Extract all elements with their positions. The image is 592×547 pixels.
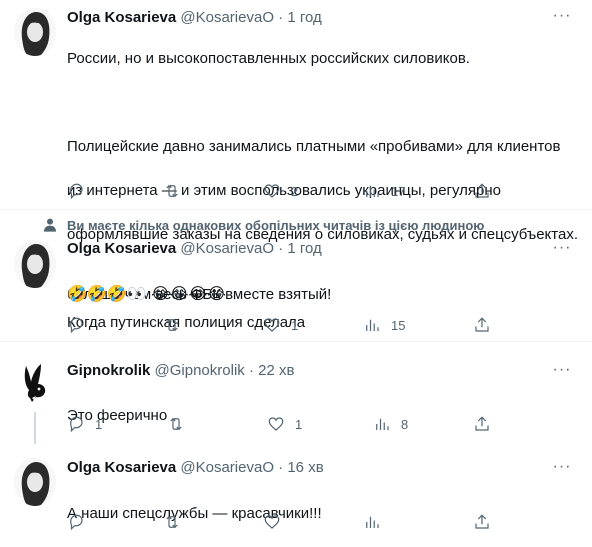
reply-icon [70, 183, 83, 200]
timestamp[interactable]: 16 хв [287, 459, 323, 476]
avatar[interactable] [14, 240, 56, 288]
thread-line [34, 412, 36, 444]
text-line: России, но и высокопоставленных российск… [67, 50, 470, 67]
heart-icon [264, 318, 280, 332]
social-context[interactable]: Ви маєте кілька однакових обопільних чит… [67, 218, 484, 234]
reply-button[interactable] [67, 512, 95, 532]
share-icon [475, 183, 489, 198]
action-bar: 1 15 [67, 315, 497, 335]
views-icon [366, 516, 379, 528]
emoji-line: 🤣🤣🤣👀 😂😂😂😂 [67, 286, 226, 303]
retweet-button[interactable] [167, 414, 195, 434]
views-button[interactable]: 15 [363, 315, 405, 335]
author-name[interactable]: Gipnokrolik [67, 362, 150, 379]
author-handle[interactable]: @KosarievaO [180, 9, 274, 26]
avatar-image [14, 8, 56, 56]
separator-dot: · [278, 459, 284, 476]
reply-count: 1 [95, 416, 103, 432]
tweet-header: Olga Kosarieva @KosarievaO · 1 год [67, 240, 322, 258]
share-button[interactable] [473, 315, 491, 335]
timestamp[interactable]: 1 год [287, 9, 321, 26]
views-count: 15 [391, 317, 406, 333]
action-bar: 2 17 [67, 181, 497, 201]
views-icon [366, 319, 379, 331]
reply-button[interactable]: 1 [67, 414, 102, 434]
views-button[interactable] [363, 512, 391, 532]
bunny-logo-icon [14, 360, 56, 408]
share-button[interactable] [473, 512, 491, 532]
views-button[interactable]: 17 [363, 181, 405, 201]
author-name[interactable]: Olga Kosarieva [67, 240, 176, 257]
views-icon [366, 185, 379, 197]
share-icon [475, 514, 489, 529]
tweet-header: Olga Kosarieva @KosarievaO · 1 год [67, 9, 322, 27]
heart-icon [264, 184, 280, 198]
separator-dot: · [278, 240, 284, 257]
action-bar [67, 512, 497, 532]
timestamp[interactable]: 1 год [287, 240, 321, 257]
author-handle[interactable]: @KosarievaO [180, 459, 274, 476]
retweet-icon [170, 417, 182, 431]
like-button[interactable]: 1 [267, 414, 302, 434]
text-line [67, 92, 582, 114]
avatar-image [14, 240, 56, 288]
reply-button[interactable] [67, 181, 95, 201]
views-count: 8 [401, 416, 409, 432]
views-icon [376, 418, 389, 430]
separator-dot: · [248, 362, 254, 379]
person-icon [44, 218, 56, 232]
heart-icon [268, 417, 284, 431]
reply-button[interactable] [67, 315, 95, 335]
views-count: 17 [391, 183, 406, 199]
tweet-header: Gipnokrolik @Gipnokrolik · 22 хв [67, 362, 294, 380]
views-button[interactable]: 8 [373, 414, 408, 434]
retweet-icon [166, 515, 178, 529]
like-count: 1 [291, 317, 299, 333]
action-bar: 1 1 8 [67, 414, 497, 434]
more-icon[interactable]: ··· [550, 240, 574, 258]
like-button[interactable] [263, 512, 291, 532]
avatar[interactable] [14, 360, 56, 408]
tweet-header: Olga Kosarieva @KosarievaO · 16 хв [67, 459, 324, 477]
share-button[interactable] [473, 181, 491, 201]
like-count: 1 [295, 416, 303, 432]
reply-icon [70, 416, 83, 433]
author-handle[interactable]: @KosarievaO [180, 240, 274, 257]
like-button[interactable]: 1 [263, 315, 298, 335]
retweet-icon [166, 318, 178, 332]
avatar-image [14, 458, 56, 506]
author-name[interactable]: Olga Kosarieva [67, 9, 176, 26]
retweet-icon [166, 184, 178, 198]
like-count: 2 [291, 183, 299, 199]
retweet-button[interactable] [163, 512, 191, 532]
retweet-button[interactable] [163, 181, 191, 201]
separator-dot: · [278, 9, 284, 26]
author-name[interactable]: Olga Kosarieva [67, 459, 176, 476]
text-line: Полицейские давно занимались платными «п… [67, 138, 561, 155]
tweet-4[interactable]: Olga Kosarieva @KosarievaO · 16 хв ··· А… [0, 442, 592, 539]
avatar[interactable] [14, 8, 56, 56]
reply-icon [70, 317, 83, 334]
timestamp[interactable]: 22 хв [258, 362, 294, 379]
more-icon[interactable]: ··· [550, 362, 574, 380]
tweet-3[interactable]: Gipnokrolik @Gipnokrolik · 22 хв ··· Это… [0, 342, 592, 444]
share-button[interactable] [473, 414, 491, 434]
share-icon [475, 317, 489, 332]
tweet-2[interactable]: Ви маєте кілька однакових обопільних чит… [0, 210, 592, 341]
avatar[interactable] [14, 458, 56, 506]
reply-icon [70, 514, 83, 531]
share-icon [475, 416, 489, 431]
more-icon[interactable]: ··· [550, 8, 574, 26]
like-button[interactable]: 2 [263, 181, 298, 201]
more-icon[interactable]: ··· [550, 459, 574, 477]
heart-icon [264, 515, 280, 529]
tweet-1[interactable]: Olga Kosarieva @KosarievaO · 1 год ··· Р… [0, 0, 592, 331]
author-handle[interactable]: @Gipnokrolik [155, 362, 245, 379]
retweet-button[interactable] [163, 315, 191, 335]
